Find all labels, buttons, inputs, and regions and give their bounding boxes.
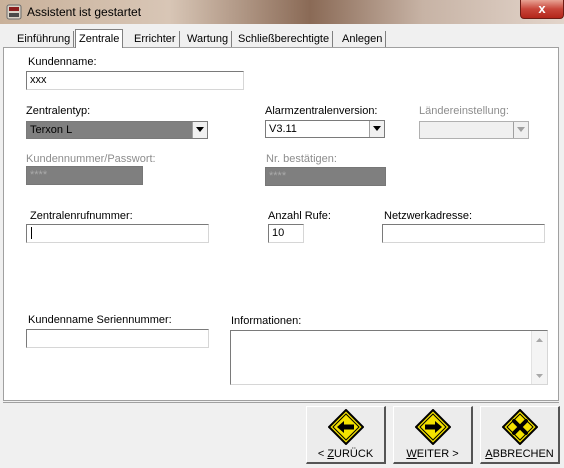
app-icon <box>6 4 22 20</box>
alarmzentralenversion-value: V3.11 <box>269 123 297 135</box>
zentralenrufnummer-label: Zentralenrufnummer: <box>30 210 133 222</box>
cancel-mnemonic: A <box>485 448 493 460</box>
anzahl-rufe-label: Anzahl Rufe: <box>268 210 331 222</box>
anzahl-rufe-value: 10 <box>272 227 285 239</box>
laendereinstellung-label: Ländereinstellung: <box>419 105 509 117</box>
back-prefix: < <box>317 448 328 460</box>
netzwerkadresse-field[interactable] <box>382 224 545 243</box>
cancel-button[interactable]: ABBRECHEN <box>480 406 560 464</box>
title-bar: Assistent ist gestartet x <box>0 0 564 24</box>
chevron-down-icon <box>517 127 525 132</box>
kundenname-value: xxx <box>30 74 47 86</box>
tab-anlegen[interactable]: Anlegen <box>339 31 387 47</box>
scroll-down-icon[interactable] <box>536 374 543 378</box>
close-button[interactable]: x <box>520 0 564 19</box>
zentralentyp-dropdown-button[interactable] <box>192 122 207 138</box>
tab-label: Errichter <box>134 33 176 45</box>
arrow-right-icon <box>415 409 451 445</box>
informationen-textarea[interactable] <box>230 330 548 385</box>
laendereinstellung-select[interactable] <box>419 121 529 139</box>
back-button-label: < ZURÜCK <box>307 448 384 460</box>
zentralentyp-label: Zentralentyp: <box>26 105 91 117</box>
kundennummer-passwort-field[interactable]: **** <box>26 166 143 185</box>
back-button[interactable]: < ZURÜCK <box>306 406 386 464</box>
scroll-up-icon[interactable] <box>536 338 543 342</box>
chevron-down-icon <box>373 126 381 131</box>
button-divider <box>3 402 559 403</box>
tab-label: Anlegen <box>342 33 383 45</box>
tab-zentrale[interactable]: Zentrale <box>75 29 124 48</box>
cross-icon <box>502 409 538 445</box>
chevron-down-icon <box>196 127 204 132</box>
cancel-button-label: ABBRECHEN <box>481 448 558 460</box>
arrow-left-icon <box>328 409 364 445</box>
nr-bestaetigen-label: Nr. bestätigen: <box>266 153 337 165</box>
anzahl-rufe-field[interactable]: 10 <box>268 224 304 243</box>
close-icon: x <box>538 1 546 16</box>
tab-label: Einführung <box>17 33 71 45</box>
tab-label: Schließberechtigte <box>238 33 330 45</box>
zentralentyp-value: Terxon L <box>30 124 73 136</box>
alarmzentralenversion-label: Alarmzentralenversion: <box>265 105 378 117</box>
alarmzentralenversion-select[interactable]: V3.11 <box>265 120 385 138</box>
zentralenrufnummer-field[interactable] <box>26 224 209 243</box>
next-rest: EITER <box>416 448 450 460</box>
kundenname-seriennummer-field[interactable] <box>26 329 209 348</box>
informationen-label: Informationen: <box>231 315 302 327</box>
next-button[interactable]: WEITER > <box>393 406 473 464</box>
tab-einfuehrung[interactable]: Einführung <box>14 31 75 47</box>
window-title: Assistent ist gestartet <box>27 5 142 19</box>
tab-label: Zentrale <box>79 33 120 45</box>
cancel-rest: BBRECHEN <box>492 448 554 460</box>
tab-label: Wartung <box>187 33 229 45</box>
next-mnemonic: W <box>406 448 417 460</box>
text-caret <box>31 227 32 240</box>
kundenname-label: Kundenname: <box>28 56 97 68</box>
tab-wartung[interactable]: Wartung <box>184 31 233 47</box>
tab-errichter[interactable]: Errichter <box>131 31 180 47</box>
tab-schliessberechtigte[interactable]: Schließberechtigte <box>235 31 334 47</box>
kundenname-field[interactable]: xxx <box>26 71 244 90</box>
netzwerkadresse-label: Netzwerkadresse: <box>384 210 473 222</box>
next-button-label: WEITER > <box>394 448 471 460</box>
zentralentyp-select[interactable]: Terxon L <box>26 121 208 139</box>
informationen-scrollbar[interactable] <box>531 331 547 384</box>
laendereinstellung-dropdown-button[interactable] <box>513 122 528 138</box>
kundenname-seriennummer-label: Kundenname Seriennummer: <box>28 314 172 326</box>
kundennummer-passwort-value: **** <box>30 169 48 181</box>
nr-bestaetigen-value: **** <box>269 170 287 182</box>
next-suffix: > <box>449 448 459 460</box>
kundennummer-passwort-label: Kundennummer/Passwort: <box>26 153 156 165</box>
back-rest: URÜCK <box>334 448 374 460</box>
nr-bestaetigen-field[interactable]: **** <box>265 167 386 186</box>
alarmzentralenversion-dropdown-button[interactable] <box>369 121 384 137</box>
